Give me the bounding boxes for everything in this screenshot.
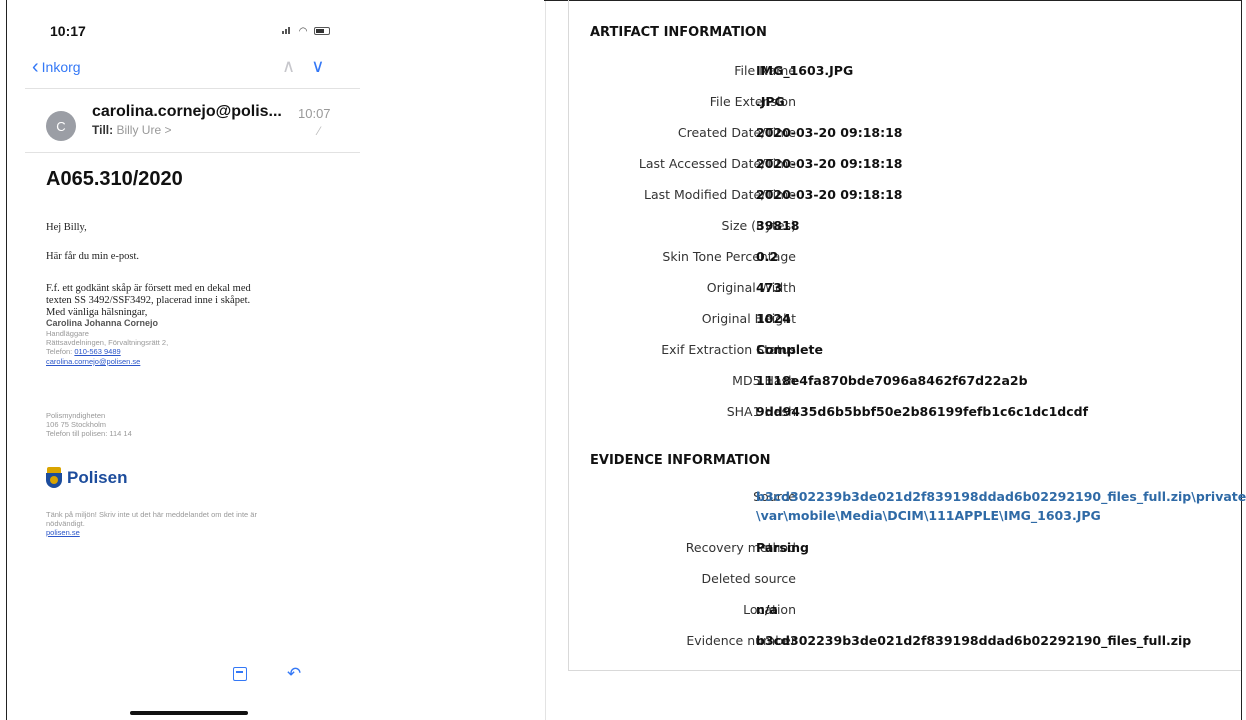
battery-icon: [314, 27, 331, 36]
artifact-field-value: 1024: [756, 311, 791, 326]
archive-icon[interactable]: [233, 667, 247, 681]
signal-icon: [282, 26, 294, 34]
evidence-information-title: EVIDENCE INFORMATION: [590, 453, 771, 468]
signature-role: Handläggare: [46, 329, 89, 338]
artifact-information-title: ARTIFACT INFORMATION: [590, 25, 767, 40]
artifact-field-value: IMG_1603.JPG: [756, 63, 854, 78]
phone-link[interactable]: 010-563 9489: [74, 347, 120, 356]
status-icons: ◠: [282, 26, 331, 37]
recipient-name: Billy Ure >: [116, 123, 172, 137]
chevron-left-icon: ‹: [32, 56, 39, 78]
back-label: Inkorg: [41, 59, 81, 75]
mail-time: 10:07: [298, 106, 331, 121]
previous-message-icon[interactable]: ∧: [282, 56, 295, 77]
mail-subject: A065.310/2020: [46, 168, 183, 190]
phone-label: Telefon:: [46, 347, 73, 356]
footer-link-line: polisen.se: [46, 528, 80, 537]
divider: [25, 152, 360, 153]
org-phone: Telefon till polisen: 114 14: [46, 429, 132, 438]
frame-border-left: [6, 0, 7, 720]
home-indicator: [130, 711, 248, 715]
source-value[interactable]: b3cd302239b3de021d2f839198ddad6b02292190…: [756, 487, 1246, 525]
artifact-field-value: 1118e4fa870bde7096a8462f67d22a2b: [756, 373, 1028, 388]
wifi-icon: ◠: [298, 26, 310, 37]
divider: [25, 88, 360, 89]
org-name: Polismyndigheten: [46, 411, 106, 420]
back-to-inbox-link[interactable]: ‹ Inkorg: [32, 56, 81, 78]
artifact-field-value: 2020-03-20 09:18:18: [756, 156, 903, 171]
artifact-field-value: 0.2: [756, 249, 779, 264]
sender-avatar[interactable]: C: [46, 111, 76, 141]
artifact-field-value: .JPG: [756, 94, 785, 109]
sender-address[interactable]: carolina.cornejo@polis...: [92, 103, 282, 121]
signature-email-line: carolina.cornejo@polisen.se: [46, 357, 140, 366]
artifact-field-value: 39818: [756, 218, 800, 233]
reply-icon[interactable]: ↶: [287, 665, 301, 682]
deleted-source-label: Deleted source: [701, 571, 797, 586]
to-label: Till:: [92, 123, 114, 137]
artifact-field-label: Original Width: [706, 280, 796, 295]
police-crest-icon: [45, 467, 63, 489]
artifact-field-value: 2020-03-20 09:18:18: [756, 125, 903, 140]
attachment-icon: ⁄: [318, 124, 321, 138]
mail-toolbar: ↶: [233, 665, 301, 682]
body-line: Här får du min e-post.: [46, 251, 140, 262]
frame-border-right: [1241, 0, 1242, 720]
greeting: Hej Billy,: [46, 222, 87, 233]
signature-dept: Rättsavdelningen, Förvaltningsrätt 2,: [46, 338, 169, 347]
artifact-field-value: 9dd9435d6b5bbf50e2b86199fefb1c6c1dc1dcdf: [756, 404, 1089, 419]
signature-phone-line: Telefon: 010-563 9489: [46, 347, 121, 356]
source-path-line: \var\mobile\Media\DCIM\111APPLE\IMG_1603…: [756, 508, 1101, 523]
footer-note: nödvändigt.: [46, 519, 85, 528]
panel-divider: [545, 0, 546, 720]
message-nav: ∧ ∨: [282, 56, 324, 77]
artifact-field-value: 2020-03-20 09:18:18: [756, 187, 903, 202]
evidence-number-value: b3cd302239b3de021d2f839198ddad6b02292190…: [756, 633, 1192, 648]
footer-note: Tänk på miljön! Skriv inte ut det här me…: [46, 510, 257, 519]
signature-name: Carolina Johanna Cornejo: [46, 318, 159, 328]
next-message-icon[interactable]: ∨: [311, 56, 324, 77]
status-time: 10:17: [50, 23, 86, 39]
org-address: 106 75 Stockholm: [46, 420, 107, 429]
mail-phone-screenshot: 10:17 ◠ ‹ Inkorg ∧ ∨ C carolina.cornejo@…: [0, 0, 380, 720]
logo-text: Polisen: [67, 468, 128, 487]
recovery-method-value: Parsing: [756, 540, 809, 555]
email-link[interactable]: carolina.cornejo@polisen.se: [46, 357, 140, 366]
artifact-report: ARTIFACT INFORMATION File Name IMG_1603.J…: [568, 0, 1246, 671]
recipient-line[interactable]: Till: Billy Ure >: [92, 123, 171, 137]
body-line: texten SS 3492/SSF3492, placerad inne i …: [46, 295, 251, 306]
artifact-field-value: 473: [756, 280, 783, 295]
polisen-logo: Polisen: [45, 467, 127, 489]
location-value: n/a: [756, 602, 778, 617]
source-path-line: b3cd302239b3de021d2f839198ddad6b02292190…: [756, 489, 1246, 504]
body-line: F.f. ett godkänt skåp är försett med en …: [46, 283, 251, 294]
artifact-field-value: Complete: [756, 342, 823, 357]
polisen-link[interactable]: polisen.se: [46, 528, 80, 537]
